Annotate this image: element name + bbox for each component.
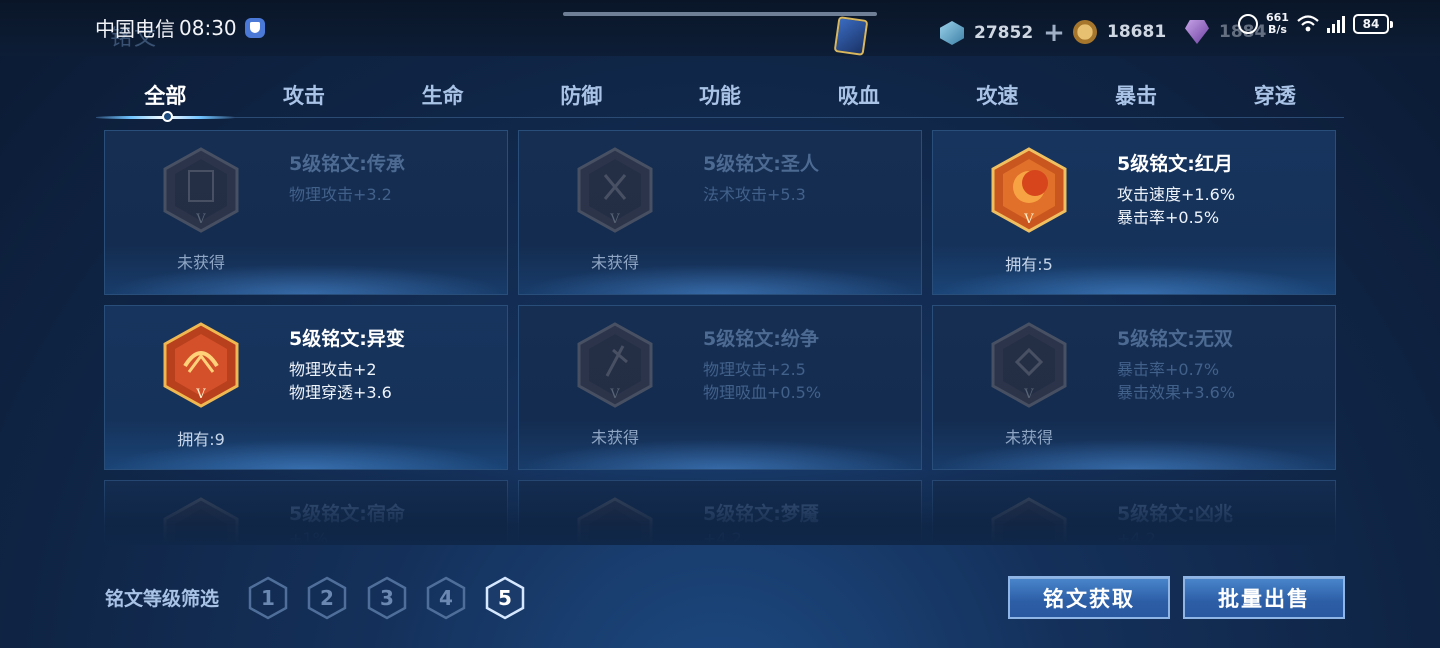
rune-stat: 物理攻击+3.2 xyxy=(289,185,392,204)
rune-card-xiongzhao[interactable]: V 5级铭文:凶兆 +4.2 xyxy=(932,480,1336,542)
level-filter-4[interactable]: 4 xyxy=(426,576,466,620)
rune-owned-count: 拥有:9 xyxy=(177,430,225,449)
rune-badge-icon: V xyxy=(163,147,239,233)
top-bar: 铭文 中国电信 08:30 27852 + 18681 1884 661 B/s xyxy=(0,0,1440,56)
rune-grid: V 5级铭文:传承 物理攻击+3.2 未获得 V 5级铭文:圣人 法术攻击+5.… xyxy=(104,130,1336,542)
battery-icon: 84 xyxy=(1352,14,1393,34)
bulk-sell-button[interactable]: 批量出售 xyxy=(1183,576,1345,619)
rune-name: 5级铭文:圣人 xyxy=(703,153,819,175)
rune-name: 5级铭文:无双 xyxy=(1117,328,1233,350)
rune-owned-count: 拥有:5 xyxy=(1005,255,1053,274)
rune-badge-icon: V xyxy=(991,322,1067,408)
tab-utility[interactable]: 功能 xyxy=(651,70,790,117)
rune-stat: 法术攻击+5.3 xyxy=(703,185,806,204)
rune-stat: 暴击效果+3.6% xyxy=(1117,383,1236,402)
tab-attack-speed[interactable]: 攻速 xyxy=(928,70,1067,117)
category-tabs: 全部 攻击 生命 防御 功能 吸血 攻速 暴击 穿透 xyxy=(96,70,1344,122)
rune-card-chuancheng[interactable]: V 5级铭文:传承 物理攻击+3.2 未获得 xyxy=(104,130,508,295)
tab-penetration[interactable]: 穿透 xyxy=(1205,70,1344,117)
rune-stat: 物理穿透+3.6 xyxy=(289,383,392,402)
level-filter-label: 铭文等级筛选 xyxy=(105,588,220,610)
rune-name: 5级铭文:异变 xyxy=(289,328,405,350)
crystal-icon xyxy=(1185,20,1209,44)
rune-card-mengyan[interactable]: V 5级铭文:梦魇 +4.2 xyxy=(518,480,922,542)
rune-badge-icon: V xyxy=(577,147,653,233)
signal-icon xyxy=(1326,15,1345,33)
shield-icon xyxy=(244,17,265,38)
rune-badge-icon: V xyxy=(991,147,1067,233)
rune-stat: +4.2 xyxy=(703,529,742,542)
rune-level-mark: V xyxy=(609,212,620,227)
rune-level-mark: V xyxy=(609,387,620,402)
tab-defense[interactable]: 防御 xyxy=(512,70,651,117)
rune-name: 5级铭文:凶兆 xyxy=(1117,503,1233,525)
rune-level-mark: V xyxy=(195,387,206,402)
battery-level: 84 xyxy=(1362,17,1380,31)
rune-level-mark: V xyxy=(1023,212,1034,227)
add-diamond-icon[interactable]: + xyxy=(1043,20,1065,46)
status-right: 661 B/s 84 xyxy=(1238,11,1393,36)
rune-status: 未获得 xyxy=(176,253,225,272)
currency-diamond: 27852 + xyxy=(940,20,1065,46)
obtain-rune-button[interactable]: 铭文获取 xyxy=(1008,576,1170,619)
level-filter-3[interactable]: 3 xyxy=(367,576,407,620)
level-filter-5[interactable]: 5 xyxy=(485,576,525,620)
carrier-label: 中国电信 xyxy=(95,17,175,41)
clock: 08:30 xyxy=(179,15,237,40)
rune-card-hongyue[interactable]: V 5级铭文:红月 攻击速度+1.6% 暴击率+0.5% 拥有:5 xyxy=(932,130,1336,295)
rune-card-wushuang[interactable]: V 5级铭文:无双 暴击率+0.7% 暴击效果+3.6% 未获得 xyxy=(932,305,1336,470)
gold-coin-icon xyxy=(1073,20,1097,44)
alarm-icon xyxy=(1238,14,1258,34)
rune-stat: 攻击速度+1.6% xyxy=(1117,185,1236,204)
rune-stat: 物理吸血+0.5% xyxy=(703,383,822,402)
rune-card-fenzheng[interactable]: V 5级铭文:纷争 物理攻击+2.5 物理吸血+0.5% 未获得 xyxy=(518,305,922,470)
rune-stat: +4.2 xyxy=(1117,529,1156,542)
tab-lifesteal[interactable]: 吸血 xyxy=(789,70,928,117)
rune-status: 未获得 xyxy=(590,428,639,447)
gold-count: 18681 xyxy=(1107,22,1167,42)
diamond-count: 27852 xyxy=(974,23,1034,43)
drag-handle[interactable] xyxy=(563,12,877,16)
net-speed: 661 B/s xyxy=(1266,11,1289,36)
rune-status: 未获得 xyxy=(1004,428,1053,447)
rune-stat: 物理攻击+2 xyxy=(289,360,377,379)
rune-badge-icon: V xyxy=(991,497,1067,542)
rune-card-shengren[interactable]: V 5级铭文:圣人 法术攻击+5.3 未获得 xyxy=(518,130,922,295)
rune-name: 5级铭文:纷争 xyxy=(703,328,819,350)
rune-level-mark: V xyxy=(1023,387,1034,402)
tab-health[interactable]: 生命 xyxy=(373,70,512,117)
level-filter-2[interactable]: 2 xyxy=(307,576,347,620)
rune-badge-icon: V xyxy=(163,497,239,542)
rune-card-suming[interactable]: V 5级铭文:宿命 +1% xyxy=(104,480,508,542)
rune-stat: 暴击率+0.7% xyxy=(1117,360,1220,379)
rune-name: 5级铭文:传承 xyxy=(289,153,405,175)
level-filter-1[interactable]: 1 xyxy=(248,576,288,620)
rune-stat: 物理攻击+2.5 xyxy=(703,360,806,379)
rune-name: 5级铭文:红月 xyxy=(1117,153,1233,175)
rune-status: 未获得 xyxy=(590,253,639,272)
tab-crit[interactable]: 暴击 xyxy=(1067,70,1206,117)
wifi-icon xyxy=(1297,15,1319,32)
rune-level-mark: V xyxy=(195,212,206,227)
diamond-icon xyxy=(940,21,964,45)
rune-stat: +1% xyxy=(289,529,328,542)
rune-badge-icon: V xyxy=(163,322,239,408)
rune-card-yibian[interactable]: V 5级铭文:异变 物理攻击+2 物理穿透+3.6 拥有:9 xyxy=(104,305,508,470)
status-left: 中国电信 08:30 xyxy=(95,13,265,42)
rune-badge-icon: V xyxy=(577,322,653,408)
rune-stat: 暴击率+0.5% xyxy=(1117,208,1220,227)
card-pack-icon[interactable] xyxy=(833,16,869,56)
tab-attack[interactable]: 攻击 xyxy=(235,70,374,117)
tab-all[interactable]: 全部 xyxy=(96,70,235,122)
rune-name: 5级铭文:宿命 xyxy=(289,503,405,525)
currency-gold: 18681 xyxy=(1073,20,1166,44)
rune-badge-icon: V xyxy=(577,497,653,542)
rune-name: 5级铭文:梦魇 xyxy=(703,503,819,525)
